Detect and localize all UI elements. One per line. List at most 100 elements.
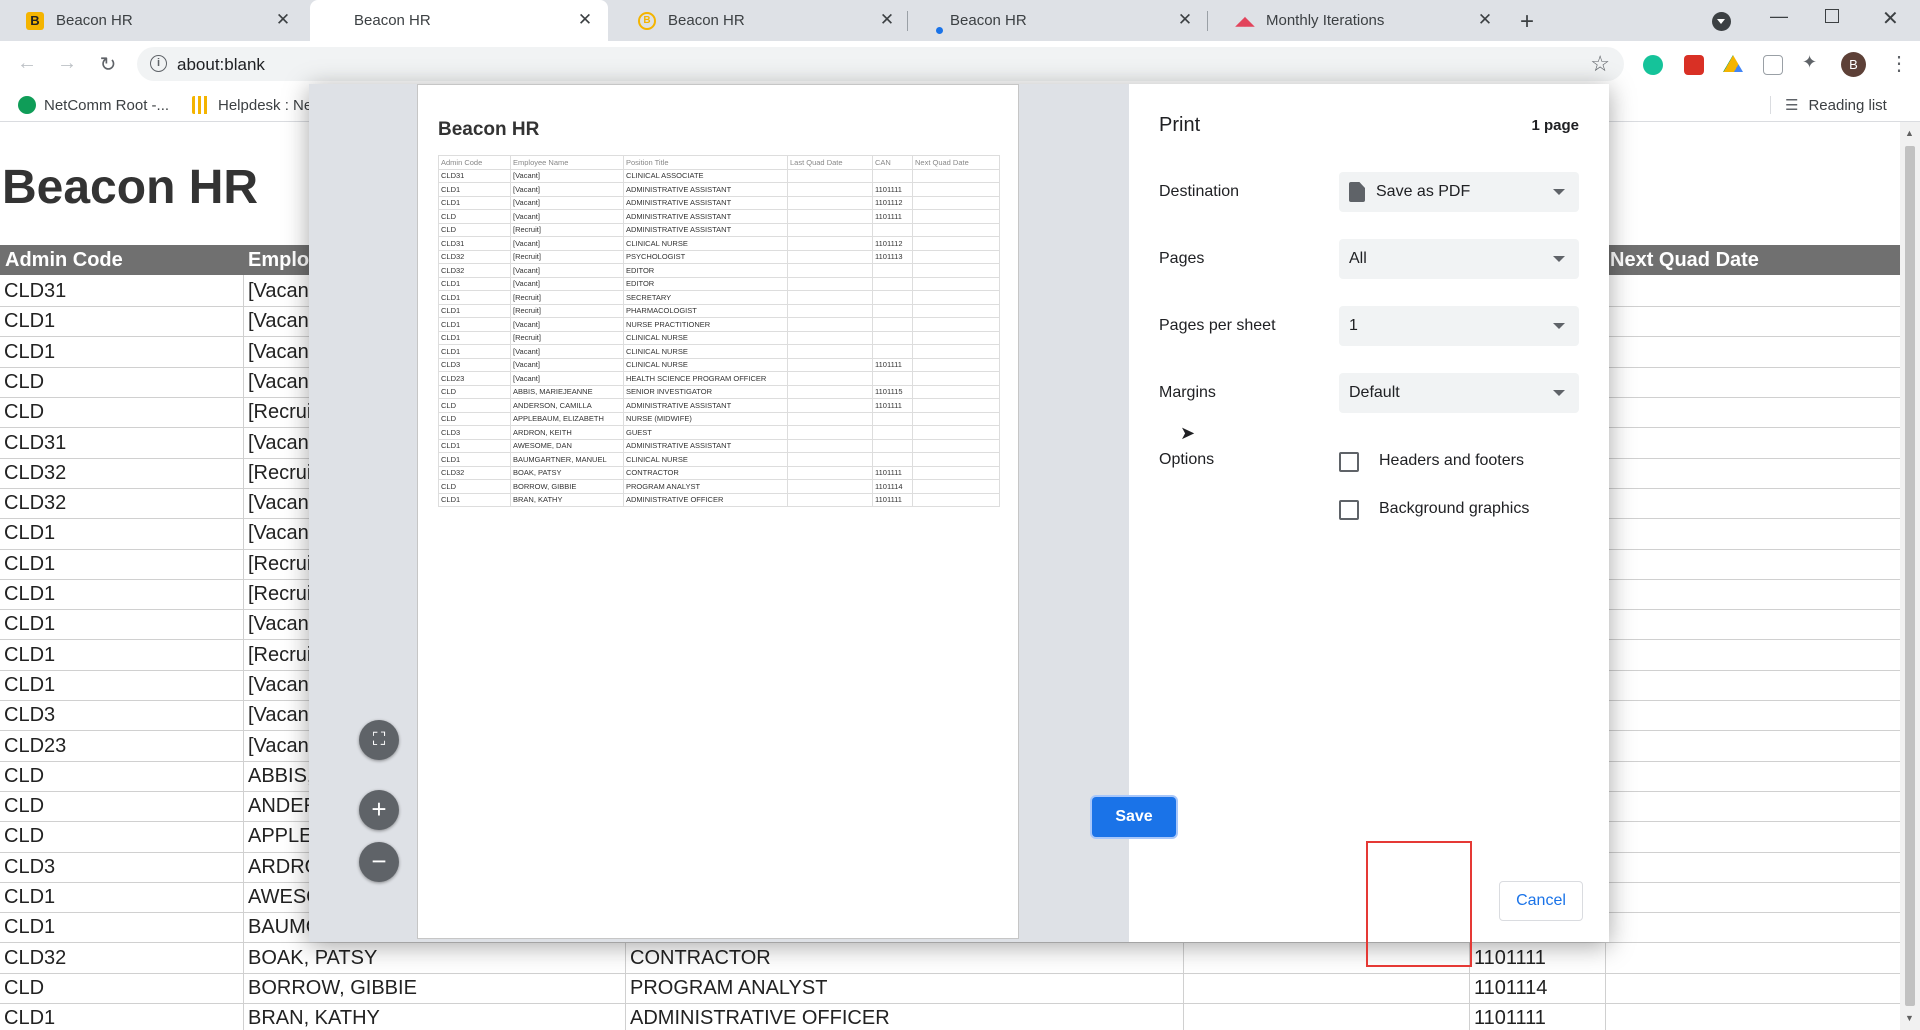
pages-value: All <box>1349 250 1367 267</box>
preview-table-row: CLD1 [Recruit] CLINICAL NURSE <box>438 330 1000 345</box>
bookmark-label: NetComm Root -... <box>44 96 170 114</box>
print-settings-panel: Print 1 page Destination Save as PDF Pag… <box>1129 84 1609 942</box>
extension-icon[interactable] <box>1763 55 1783 75</box>
headers-footers-checkbox[interactable] <box>1339 452 1359 472</box>
tab-beacon-hr-2[interactable]: Beacon HR ✕ <box>310 0 608 41</box>
admin-code-cell: CLD32 <box>4 946 67 969</box>
employee-name-cell: [Vacan <box>248 673 309 696</box>
preview-cell <box>787 317 873 332</box>
preview-cell: CLINICAL NURSE <box>623 452 788 467</box>
preview-table-row: CLD32 BOAK, PATSY CONTRACTOR 1101111 <box>438 465 1000 480</box>
preview-cell: CLD1 <box>438 344 511 359</box>
bookmark-netcomm[interactable]: NetComm Root -... <box>18 96 169 114</box>
close-window-icon[interactable]: ✕ <box>1882 6 1899 31</box>
preview-cell: [Vacant] <box>510 371 624 386</box>
preview-cell: CLD1 <box>438 492 511 507</box>
monday-favicon-icon: ◢◣ <box>1235 13 1255 28</box>
tab-monthly-iterations[interactable]: ◢◣ Monthly Iterations ✕ <box>1210 0 1508 41</box>
admin-code-cell: CLD3 <box>4 704 56 727</box>
new-tab-icon[interactable]: + <box>1520 8 1534 36</box>
tab-search-icon[interactable] <box>1712 12 1731 31</box>
reload-icon[interactable]: ↻ <box>96 52 120 77</box>
close-icon[interactable]: ✕ <box>1476 11 1494 29</box>
preview-cell <box>787 398 873 413</box>
preview-cell: NURSE PRACTITIONER <box>623 317 788 332</box>
preview-title: Beacon HR <box>438 119 540 140</box>
preview-cell: GUEST <box>623 425 788 440</box>
extension-badge-icon[interactable] <box>1684 55 1704 75</box>
address-bar[interactable]: i about:blank ☆ <box>137 47 1624 81</box>
back-icon[interactable]: ← <box>15 52 39 75</box>
scrollbar-thumb[interactable] <box>1905 146 1915 1006</box>
reading-list[interactable]: ☰ Reading list <box>1770 96 1887 114</box>
preview-cell <box>912 398 1000 413</box>
save-button[interactable]: Save <box>1092 797 1176 837</box>
preview-cell: [Vacant] <box>510 344 624 359</box>
preview-cell: [Vacant] <box>510 209 624 224</box>
minimize-icon[interactable]: — <box>1770 6 1788 27</box>
google-drive-icon[interactable] <box>1723 55 1743 72</box>
preview-cell <box>912 209 1000 224</box>
browser-toolbar: ← → ↻ i about:blank ☆ ✦ B ⋮ <box>0 41 1920 88</box>
preview-cell <box>787 371 873 386</box>
preview-cell: CLD1 <box>438 195 511 210</box>
cancel-button[interactable]: Cancel <box>1499 881 1583 921</box>
puzzle-icon[interactable]: ✦ <box>1802 52 1822 72</box>
grammarly-icon[interactable] <box>1643 55 1663 75</box>
print-title: Print <box>1159 114 1201 136</box>
tab-beacon-hr-4[interactable]: Beacon HR ✕ <box>910 0 1208 41</box>
close-icon[interactable]: ✕ <box>274 11 292 29</box>
preview-cell: [Vacant] <box>510 276 624 291</box>
preview-cell <box>872 411 913 426</box>
bookmark-helpdesk[interactable]: Helpdesk : Ne <box>192 96 312 114</box>
close-icon[interactable]: ✕ <box>576 11 594 29</box>
profile-avatar[interactable]: B <box>1841 52 1866 77</box>
pages-per-sheet-select[interactable]: 1 <box>1339 306 1579 346</box>
tab-title: Beacon HR <box>56 12 133 29</box>
preview-cell <box>872 290 913 305</box>
scroll-down-icon[interactable]: ▼ <box>1905 1013 1914 1023</box>
preview-table-row: CLD32 [Recruit] PSYCHOLOGIST 1101113 <box>438 249 1000 264</box>
bookmark-star-icon[interactable]: ☆ <box>1590 51 1610 77</box>
background-graphics-checkbox[interactable] <box>1339 500 1359 520</box>
preview-table-row: CLD1 [Vacant] ADMINISTRATIVE ASSISTANT 1101… <box>438 195 1000 210</box>
preview-cell: 1101112 <box>872 195 913 210</box>
preview-cell <box>872 222 913 237</box>
page-scrollbar[interactable]: ▲ ▼ <box>1900 122 1920 1030</box>
preview-cell: 1101111 <box>872 465 913 480</box>
close-icon[interactable]: ✕ <box>1176 11 1194 29</box>
tab-beacon-hr-1[interactable]: B Beacon HR ✕ <box>0 0 306 41</box>
restore-icon[interactable] <box>1825 9 1839 23</box>
info-icon[interactable]: i <box>150 55 167 72</box>
page-title: Beacon HR <box>2 161 259 214</box>
margins-select[interactable]: Default <box>1339 373 1579 413</box>
preview-table-row: CLD ABBIS, MARIEJEANNE SENIOR INVESTIGATOR… <box>438 384 1000 399</box>
preview-cell: ADMINISTRATIVE ASSISTANT <box>623 222 788 237</box>
pages-per-sheet-value: 1 <box>1349 317 1358 334</box>
preview-cell: CLINICAL ASSOCIATE <box>623 168 788 183</box>
preview-cell <box>912 425 1000 440</box>
forward-icon[interactable]: → <box>55 52 79 75</box>
destination-select[interactable]: Save as PDF <box>1339 172 1579 212</box>
fit-to-page-icon[interactable]: ⛶ <box>359 720 399 760</box>
close-icon[interactable]: ✕ <box>878 11 896 29</box>
preview-cell: ARDRON, KEITH <box>510 425 624 440</box>
preview-cell: CONTRACTOR <box>623 465 788 480</box>
preview-column-header: CAN <box>872 155 913 170</box>
preview-cell: BOAK, PATSY <box>510 465 624 480</box>
preview-cell: ADMINISTRATIVE ASSISTANT <box>623 209 788 224</box>
can-cell: 1101111 <box>1474 946 1546 969</box>
preview-table-row: CLD1 [Recruit] SECRETARY <box>438 290 1000 305</box>
margins-value: Default <box>1349 384 1400 401</box>
scroll-up-icon[interactable]: ▲ <box>1905 128 1914 138</box>
menu-icon[interactable]: ⋮ <box>1889 51 1909 76</box>
preview-cell: CLD <box>438 398 511 413</box>
preview-table: Admin Code Employee Name Position Title Las… <box>438 155 1000 507</box>
preview-cell: ADMINISTRATIVE ASSISTANT <box>623 182 788 197</box>
preview-table-row: CLD BORROW, GIBBIE PROGRAM ANALYST 1101114 <box>438 479 1000 494</box>
zoom-in-icon[interactable]: + <box>359 790 399 830</box>
preview-cell <box>787 182 873 197</box>
zoom-out-icon[interactable]: − <box>359 842 399 882</box>
tab-beacon-hr-3[interactable]: B Beacon HR ✕ <box>612 0 910 41</box>
pages-select[interactable]: All <box>1339 239 1579 279</box>
